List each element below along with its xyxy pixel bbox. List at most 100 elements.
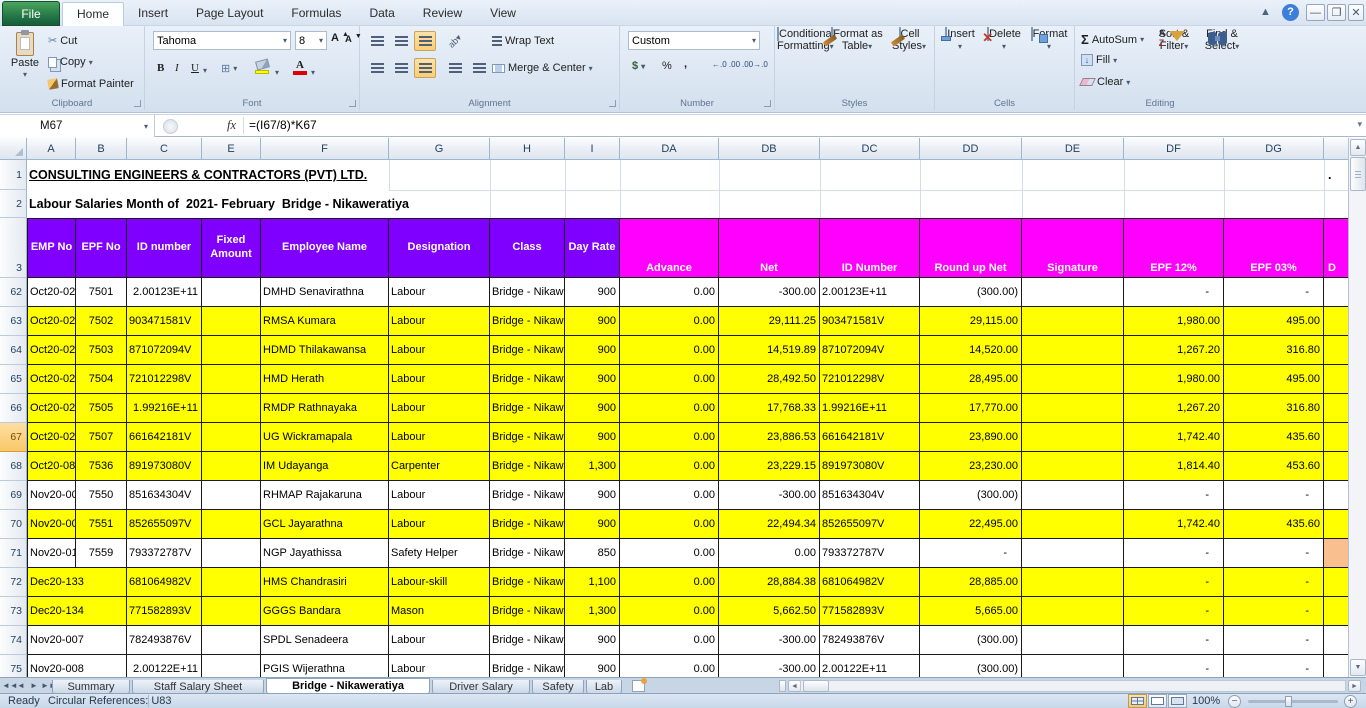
increase-indent-button[interactable] (468, 58, 490, 78)
cell-F63[interactable]: RMSA Kumara (261, 307, 389, 336)
sheet-tab-summary[interactable]: Summary (52, 680, 130, 694)
cell-DA66[interactable]: 0.00 (620, 394, 719, 423)
cell-I71[interactable]: 850 (565, 539, 620, 568)
number-dialog-launcher-icon[interactable] (764, 100, 771, 107)
cell-DF70[interactable]: 1,742.40 (1124, 510, 1224, 539)
ribbon-tab-review[interactable]: Review (409, 2, 476, 26)
cell-I67[interactable]: 900 (565, 423, 620, 452)
font-color-button[interactable]: A (293, 59, 307, 75)
fill-color-dropdown-icon[interactable]: ▾ (275, 68, 279, 77)
cell-E62[interactable] (202, 278, 261, 307)
name-box[interactable]: M67 ▾ (0, 115, 155, 137)
cell-DB74[interactable]: -300.00 (719, 626, 820, 655)
file-tab[interactable]: File (2, 1, 60, 26)
cell-E73[interactable] (202, 597, 261, 626)
row-header-1[interactable]: 1 (0, 160, 27, 190)
cell-DE70[interactable] (1022, 510, 1124, 539)
cell-DF71[interactable]: - (1124, 539, 1224, 568)
col-header-DE[interactable]: DE (1022, 138, 1124, 160)
cell-DC62[interactable]: 2.00123E+11 (820, 278, 920, 307)
cell-C67[interactable]: 661642181V (127, 423, 202, 452)
cell-DG75[interactable]: - (1224, 655, 1324, 677)
paste-button[interactable]: Paste ▾ (8, 32, 42, 79)
cell-DA75[interactable]: 0.00 (620, 655, 719, 677)
cell-G64[interactable]: Labour (389, 336, 490, 365)
cell-DA62[interactable]: 0.00 (620, 278, 719, 307)
horizontal-split-handle[interactable] (779, 680, 786, 692)
cell-I72[interactable]: 1,100 (565, 568, 620, 597)
zoom-slider-thumb[interactable] (1285, 696, 1292, 707)
col-header-B[interactable]: B (76, 138, 127, 160)
cell-DF64[interactable]: 1,267.20 (1124, 336, 1224, 365)
row-header-67[interactable]: 67 (0, 423, 27, 452)
cell-DD73[interactable]: 5,665.00 (920, 597, 1022, 626)
ribbon-tab-formulas[interactable]: Formulas (277, 2, 355, 26)
name-box-dropdown-icon[interactable]: ▾ (144, 122, 154, 131)
cell-DB68[interactable]: 23,229.15 (719, 452, 820, 481)
cell-H70[interactable]: Bridge - Nikawe (490, 510, 565, 539)
cell-B66[interactable]: 7505 (76, 394, 127, 423)
zoom-level[interactable]: 100% (1192, 695, 1220, 707)
align-center-button[interactable] (390, 58, 412, 78)
cell-DB75[interactable]: -300.00 (719, 655, 820, 677)
col-header-H[interactable]: H (490, 138, 565, 160)
cell-DD70[interactable]: 22,495.00 (920, 510, 1022, 539)
cell-DG72[interactable]: - (1224, 568, 1324, 597)
cell-DG73[interactable]: - (1224, 597, 1324, 626)
font-size-select[interactable]: 8▾ (295, 31, 327, 50)
cell-B65[interactable]: 7504 (76, 365, 127, 394)
cell-H72[interactable]: Bridge - Nikawe (490, 568, 565, 597)
autosum-button[interactable]: ΣAutoSum▾ (1081, 32, 1144, 47)
cell-DC67[interactable]: 661642181V (820, 423, 920, 452)
align-right-button[interactable] (414, 58, 436, 78)
cell-DH69[interactable] (1324, 481, 1348, 510)
cell-F68[interactable]: IM Udayanga (261, 452, 389, 481)
row-header-70[interactable]: 70 (0, 510, 27, 539)
cell-DA63[interactable]: 0.00 (620, 307, 719, 336)
cell-DH62[interactable] (1324, 278, 1348, 307)
cell-H66[interactable]: Bridge - Nikawe (490, 394, 565, 423)
align-middle-button[interactable] (390, 31, 412, 51)
cell-I75[interactable]: 900 (565, 655, 620, 677)
cell-H68[interactable]: Bridge - Nikawe (490, 452, 565, 481)
cell-F65[interactable]: HMD Herath (261, 365, 389, 394)
cell-DC73[interactable]: 771582893V (820, 597, 920, 626)
cell-DA67[interactable]: 0.00 (620, 423, 719, 452)
cell-DD72[interactable]: 28,885.00 (920, 568, 1022, 597)
cell-F67[interactable]: UG Wickramapala (261, 423, 389, 452)
col-header-DD[interactable]: DD (920, 138, 1022, 160)
cell-H71[interactable]: Bridge - Nikawe (490, 539, 565, 568)
align-left-button[interactable] (366, 58, 388, 78)
align-top-button[interactable] (366, 31, 388, 51)
cell-DE67[interactable] (1022, 423, 1124, 452)
format-as-table-button[interactable]: Format as Table▾ (830, 28, 884, 94)
cell-F62[interactable]: DMHD Senavirathna (261, 278, 389, 307)
cell-DF68[interactable]: 1,814.40 (1124, 452, 1224, 481)
cell-DB69[interactable]: -300.00 (719, 481, 820, 510)
cell-A66[interactable]: Oct20-026 (27, 394, 76, 423)
cell-DD71[interactable]: - (920, 539, 1022, 568)
col-header-DA[interactable]: DA (620, 138, 719, 160)
cell-E72[interactable] (202, 568, 261, 597)
cell-DD67[interactable]: 23,890.00 (920, 423, 1022, 452)
cell-DF75[interactable]: - (1124, 655, 1224, 677)
collapse-ribbon-icon[interactable]: ▲ (1256, 4, 1275, 21)
cell-DC64[interactable]: 871072094V (820, 336, 920, 365)
decrease-indent-button[interactable] (444, 58, 466, 78)
cell-E70[interactable] (202, 510, 261, 539)
cell-DE72[interactable] (1022, 568, 1124, 597)
cell-C68[interactable]: 891973080V (127, 452, 202, 481)
cell-G67[interactable]: Labour (389, 423, 490, 452)
cell-DE69[interactable] (1022, 481, 1124, 510)
cell-F75[interactable]: PGIS Wijerathna (261, 655, 389, 677)
cell-C64[interactable]: 871072094V (127, 336, 202, 365)
cell-I62[interactable]: 900 (565, 278, 620, 307)
header-cell-I[interactable]: Day Rate (565, 218, 620, 278)
cell-E63[interactable] (202, 307, 261, 336)
header-cell-DG[interactable]: EPF 03% (1224, 218, 1324, 278)
cell-E69[interactable] (202, 481, 261, 510)
cell-B63[interactable]: 7502 (76, 307, 127, 336)
cell-DH64[interactable] (1324, 336, 1348, 365)
cell-C70[interactable]: 852655097V (127, 510, 202, 539)
cell-DB62[interactable]: -300.00 (719, 278, 820, 307)
